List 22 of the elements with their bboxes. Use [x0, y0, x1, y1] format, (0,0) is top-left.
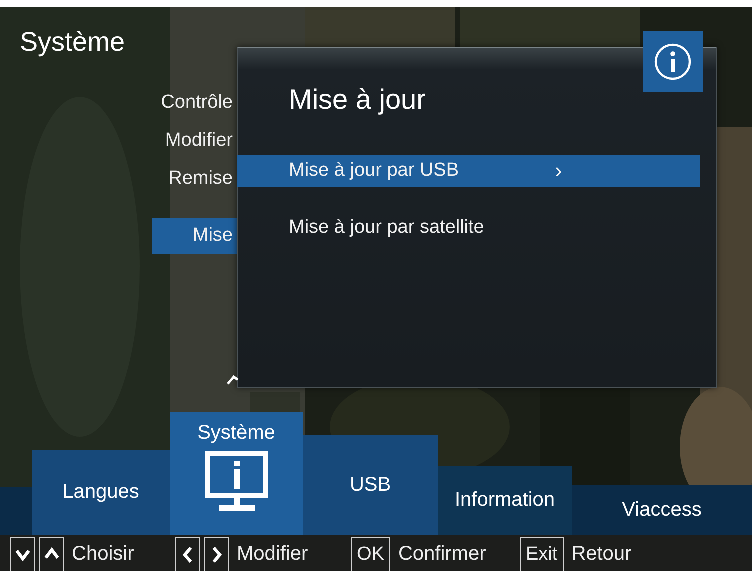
hint-label: Modifier [237, 542, 308, 567]
category-tab[interactable]: Langues [32, 450, 170, 535]
screen-title: Système [19, 26, 126, 59]
key-cap: OK [351, 537, 390, 571]
hint-label: Retour [572, 542, 632, 567]
dialog-title: Mise à jour [288, 83, 426, 117]
menu-item[interactable]: Modifier [165, 122, 237, 160]
monitor-info-icon [204, 451, 268, 513]
info-icon [654, 42, 692, 80]
menu-item[interactable]: Remise [168, 160, 237, 198]
dialog-option[interactable]: Mise à jour par USB › [237, 155, 700, 187]
menu-item[interactable]: Mise [152, 218, 237, 254]
category-tab[interactable]: Information [438, 466, 572, 535]
info-button[interactable] [643, 31, 703, 92]
key-cap: Exit [520, 537, 564, 571]
hint-label: Confirmer [398, 542, 486, 567]
hint-label: Choisir [72, 542, 134, 567]
dialog-option[interactable]: Mise à jour par satellite [237, 212, 700, 244]
scroll-up-icon [227, 375, 239, 385]
menu-item[interactable]: Contrôle [161, 84, 237, 122]
category-tab[interactable]: USB [303, 435, 438, 535]
category-tab[interactable]: Système [170, 412, 303, 535]
